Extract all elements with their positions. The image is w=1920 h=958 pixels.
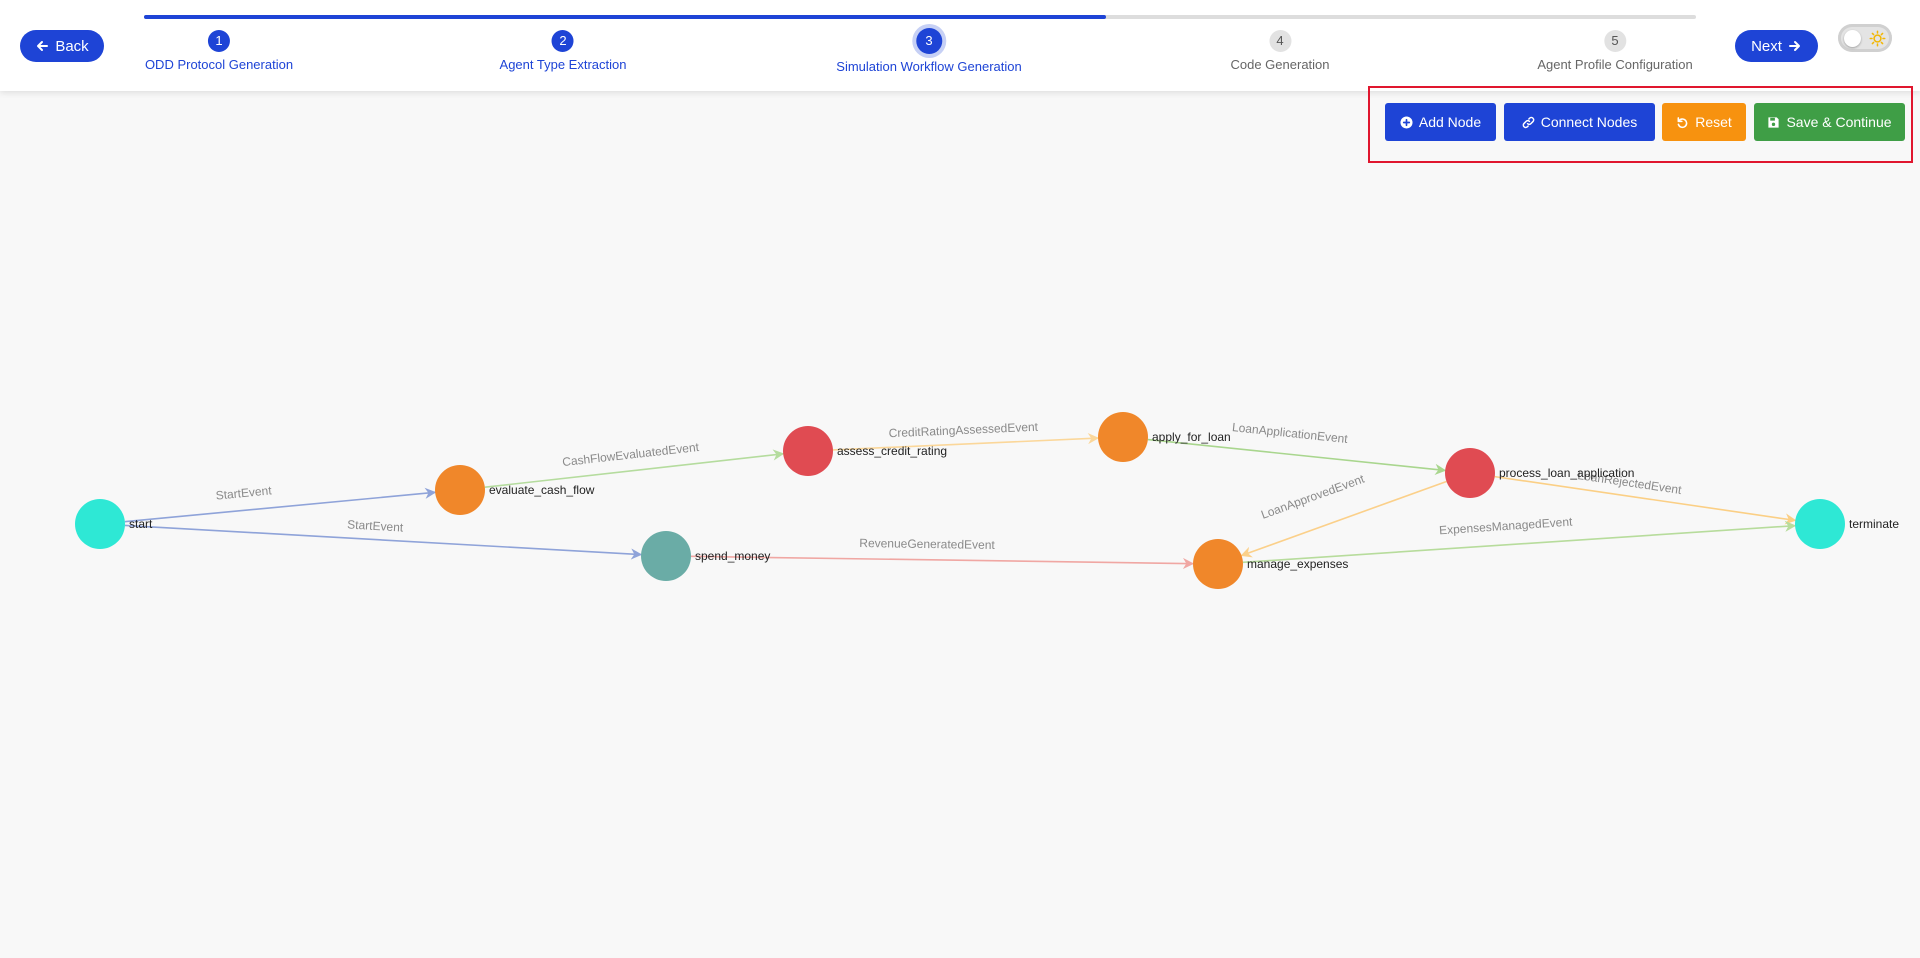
node-circle[interactable] xyxy=(1445,448,1495,498)
reset-button[interactable]: Reset xyxy=(1662,103,1746,141)
edge-label: StartEvent xyxy=(347,517,404,534)
arrow-right-icon xyxy=(1788,41,1800,51)
node-label: evaluate_cash_flow xyxy=(489,483,595,497)
edge-label: LoanApplicationEvent xyxy=(1231,420,1349,446)
sun-icon xyxy=(1869,30,1886,47)
step-odd-protocol-generation[interactable]: 1 ODD Protocol Generation xyxy=(145,30,293,72)
step-number: 1 xyxy=(208,30,230,52)
node-label: manage_expenses xyxy=(1247,557,1348,571)
step-label: Simulation Workflow Generation xyxy=(836,59,1022,74)
step-number: 4 xyxy=(1268,30,1291,52)
edge-start-to-evaluate_cash_flow[interactable] xyxy=(124,487,437,523)
connect-nodes-button[interactable]: Connect Nodes xyxy=(1504,103,1655,141)
back-button-label: Back xyxy=(55,37,89,55)
edges-layer: StartEventStartEventCashFlowEvaluatedEve… xyxy=(124,420,1797,570)
node-circle[interactable] xyxy=(1795,499,1845,549)
node-terminate[interactable]: terminate xyxy=(1795,499,1899,549)
step-number: 5 xyxy=(1604,30,1626,52)
edge-label: RevenueGeneratedEvent xyxy=(859,536,995,552)
step-agent-type-extraction[interactable]: 2 Agent Type Extraction xyxy=(499,30,627,72)
node-label: spend_money xyxy=(695,549,770,563)
node-spend_money[interactable]: spend_money xyxy=(641,531,770,581)
stepper-progress-track xyxy=(144,15,1696,19)
edge-label: StartEvent xyxy=(215,483,273,502)
node-start[interactable]: start xyxy=(75,499,153,549)
step-agent-profile-configuration[interactable]: 5 Agent Profile Configuration xyxy=(1537,30,1693,72)
top-navigation-bar: Back 1 ODD Protocol Generation 2 Agent T… xyxy=(0,0,1920,91)
node-circle[interactable] xyxy=(1193,539,1243,589)
node-manage_expenses[interactable]: manage_expenses xyxy=(1193,539,1348,589)
node-circle[interactable] xyxy=(75,499,125,549)
node-label: terminate xyxy=(1849,517,1899,531)
node-label: start xyxy=(129,517,153,531)
node-process_loan_application[interactable]: process_loan_application xyxy=(1445,448,1634,498)
next-button[interactable]: Next xyxy=(1735,30,1818,62)
step-number: 3 xyxy=(915,28,942,54)
theme-toggle[interactable] xyxy=(1838,24,1892,52)
save-and-continue-label: Save & Continue xyxy=(1786,114,1892,130)
floppy-disk-icon xyxy=(1768,116,1780,128)
link-icon xyxy=(1522,116,1535,128)
step-label: Code Generation xyxy=(1230,57,1330,72)
reset-label: Reset xyxy=(1695,114,1732,130)
node-apply_for_loan[interactable]: apply_for_loan xyxy=(1098,412,1231,462)
next-button-label: Next xyxy=(1751,37,1782,55)
edge-label: CreditRatingAssessedEvent xyxy=(888,420,1039,441)
plus-circle-icon xyxy=(1400,115,1413,129)
edge-label: LoanApprovedEvent xyxy=(1259,471,1367,521)
node-evaluate_cash_flow[interactable]: evaluate_cash_flow xyxy=(435,465,595,515)
node-label: apply_for_loan xyxy=(1152,430,1231,444)
add-node-button[interactable]: Add Node xyxy=(1385,103,1496,141)
add-node-label: Add Node xyxy=(1418,114,1482,130)
connect-nodes-label: Connect Nodes xyxy=(1540,114,1638,130)
node-label: assess_credit_rating xyxy=(837,444,947,458)
toggle-knob xyxy=(1844,30,1861,47)
node-label: process_loan_application xyxy=(1499,466,1634,480)
node-circle[interactable] xyxy=(435,465,485,515)
step-simulation-workflow-generation[interactable]: 3 Simulation Workflow Generation xyxy=(836,28,1022,74)
step-label: Agent Type Extraction xyxy=(499,57,627,72)
step-label: ODD Protocol Generation xyxy=(144,57,294,72)
node-circle[interactable] xyxy=(1098,412,1148,462)
undo-icon xyxy=(1677,116,1688,128)
edge-apply_for_loan-to-process_loan_application[interactable] xyxy=(1147,438,1447,475)
step-label: Agent Profile Configuration xyxy=(1537,57,1693,72)
save-and-continue-button[interactable]: Save & Continue xyxy=(1754,103,1905,141)
edge-label: ExpensesManagedEvent xyxy=(1439,515,1574,538)
arrow-left-icon xyxy=(37,41,49,51)
stepper-progress-fill xyxy=(144,15,1106,19)
node-circle[interactable] xyxy=(641,531,691,581)
node-circle[interactable] xyxy=(783,426,833,476)
step-number: 2 xyxy=(551,30,574,52)
back-button[interactable]: Back xyxy=(20,30,104,62)
step-code-generation[interactable]: 4 Code Generation xyxy=(1230,30,1330,72)
